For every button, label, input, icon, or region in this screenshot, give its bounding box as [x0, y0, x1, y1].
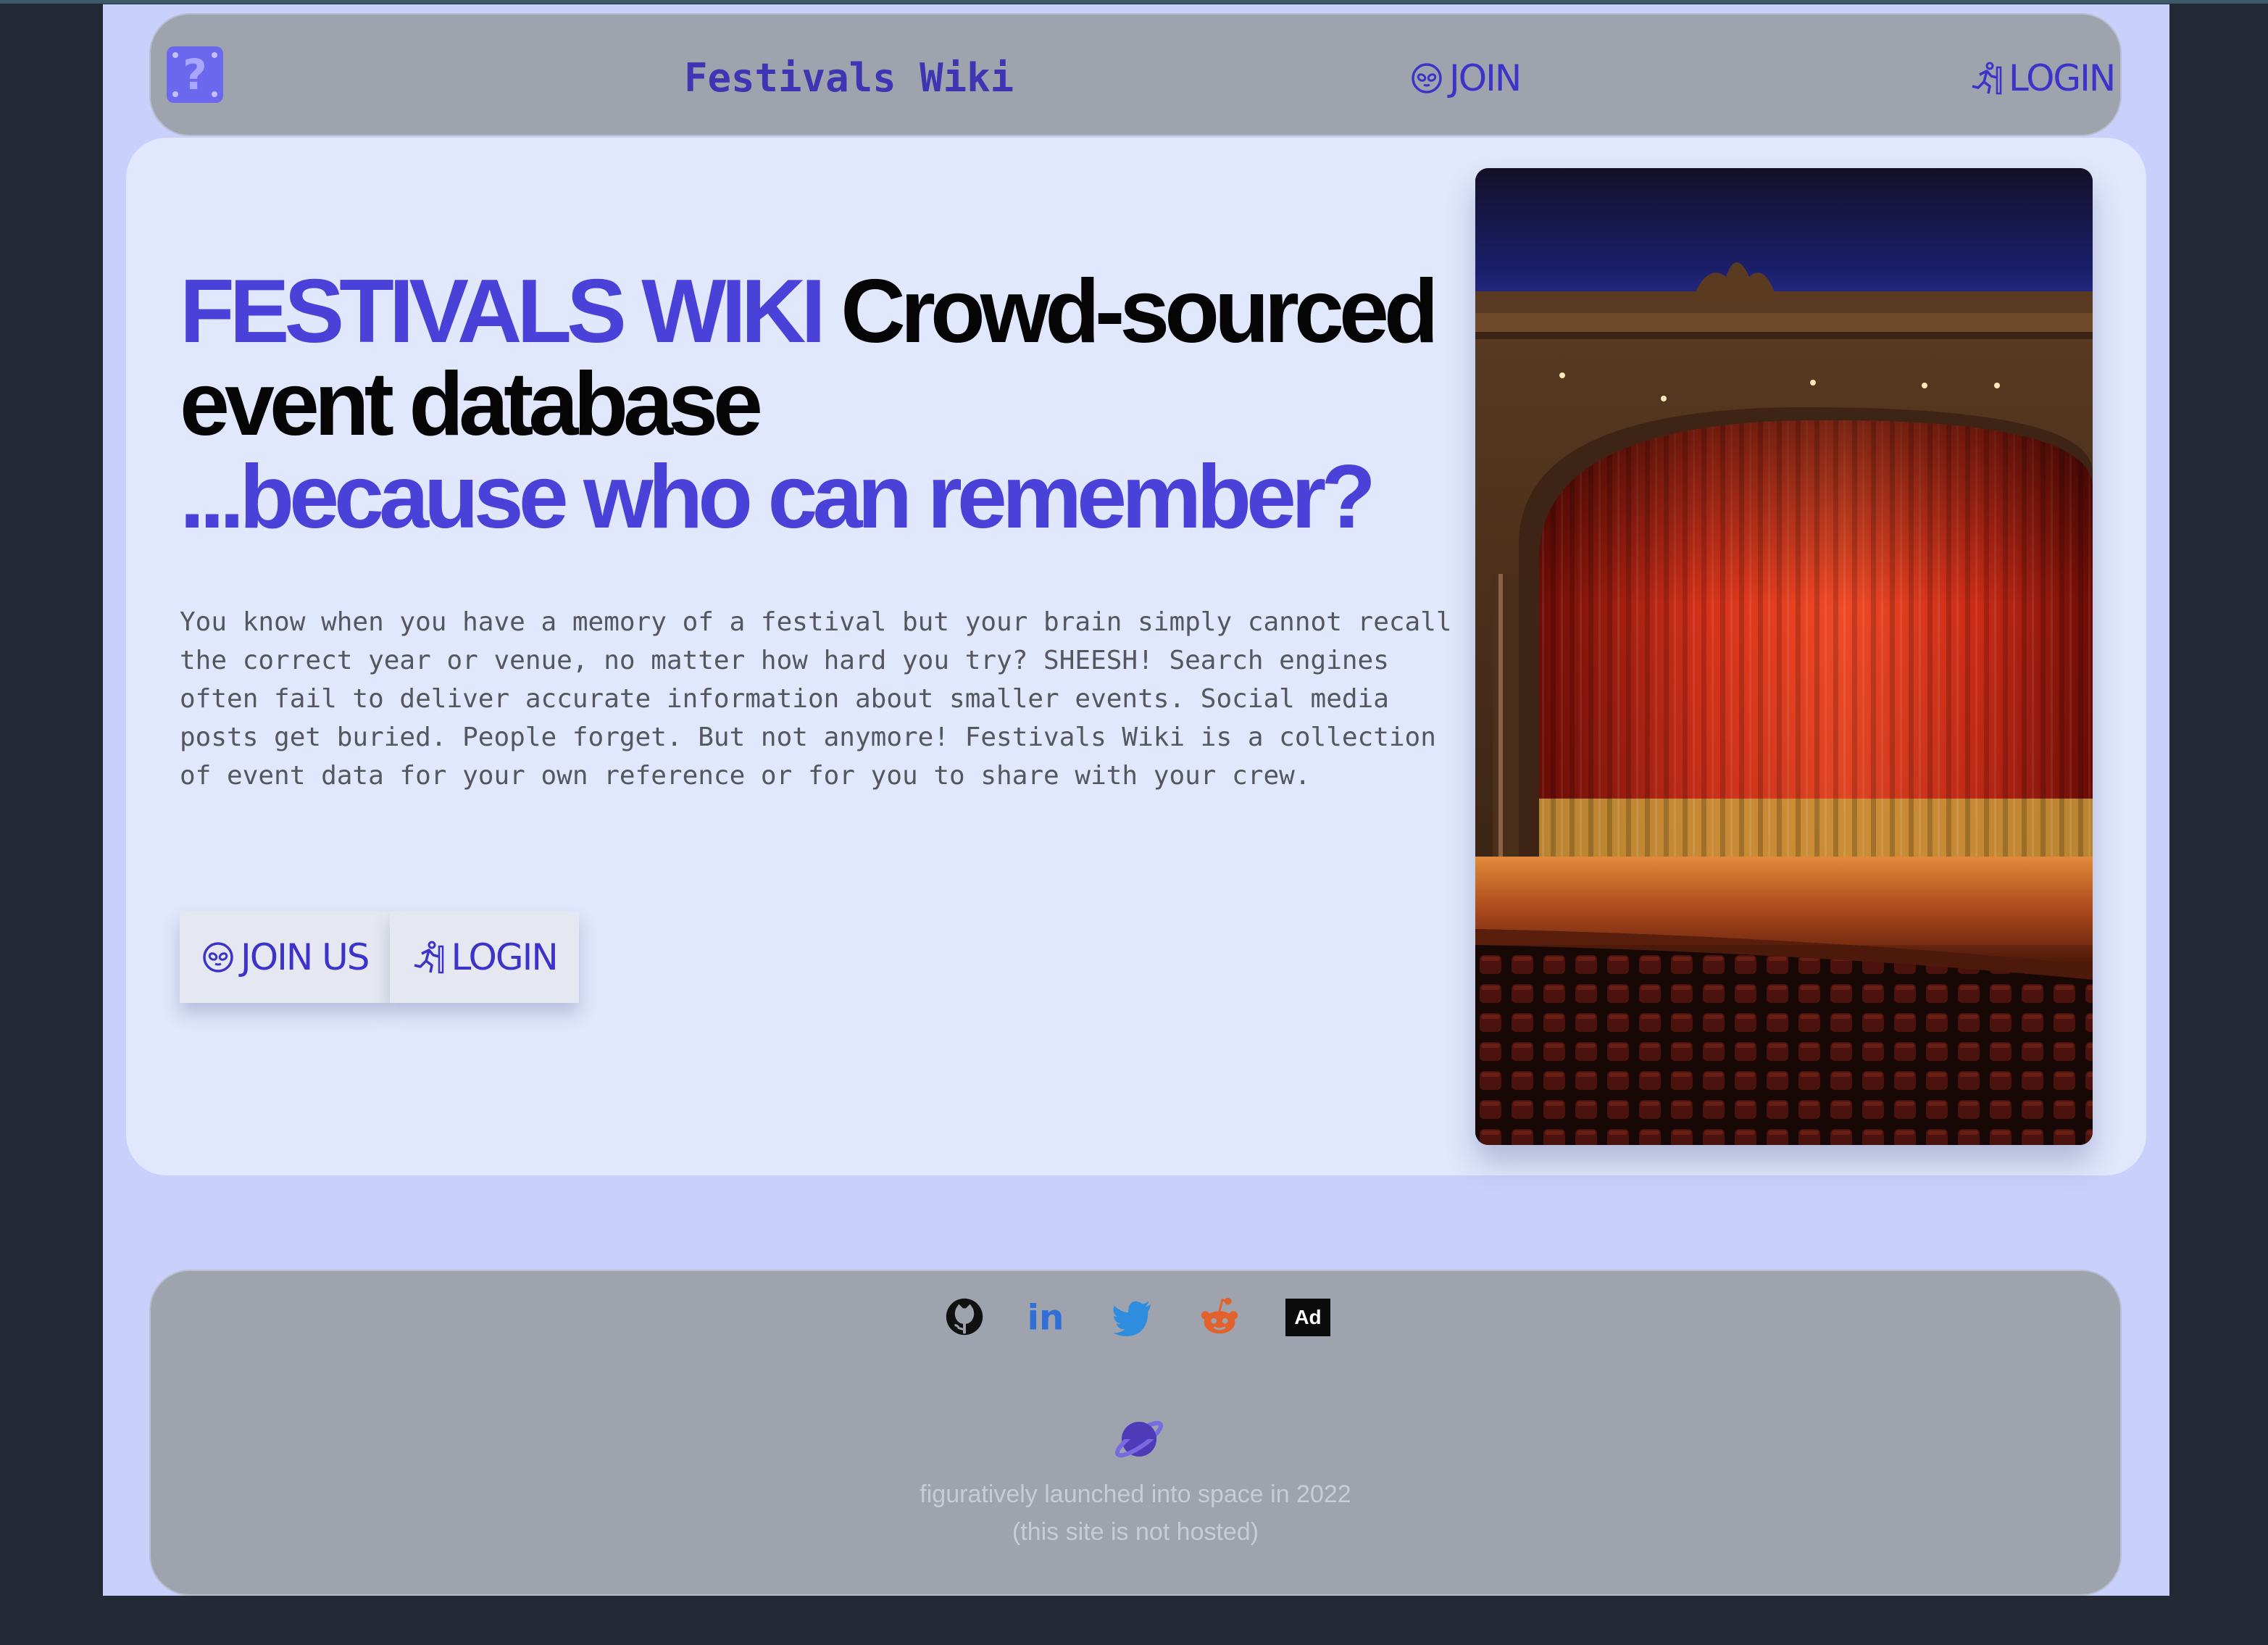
site-title[interactable]: Festivals Wiki — [684, 49, 1014, 107]
login-button[interactable]: LOGIN — [390, 912, 579, 1003]
nav-login-label: LOGIN — [2009, 57, 2116, 99]
navbar: ? Festivals Wiki JOIN LOGIN — [149, 13, 2122, 136]
nav-login-link[interactable]: LOGIN — [1969, 49, 2116, 107]
hero-section: FESTIVALS WIKI Crowd-sourced event datab… — [126, 138, 2146, 1175]
reddit-icon[interactable] — [1197, 1294, 1242, 1339]
nav-join-label: JOIN — [1449, 57, 1522, 99]
nav-join-link[interactable]: JOIN — [1410, 49, 1522, 107]
footer-hosting-note: (this site is not hosted) — [1012, 1518, 1259, 1546]
logo-icon[interactable]: ? — [167, 46, 223, 103]
alien-icon — [1412, 63, 1442, 93]
footer: in Ad figuratively launched into space i… — [149, 1270, 2122, 1596]
join-us-button[interactable]: JOIN US — [180, 912, 391, 1003]
running-person-icon — [1972, 62, 2002, 95]
hero-tagline: ...because who can remember? — [180, 447, 1376, 547]
twitter-icon[interactable] — [1110, 1294, 1155, 1339]
page-container: ? Festivals Wiki JOIN LOGIN FESTIVALS WI… — [103, 4, 2169, 1596]
login-label: LOGIN — [451, 936, 558, 978]
svg-text:in: in — [1027, 1297, 1064, 1338]
window-top-border — [0, 0, 2268, 4]
running-person-icon — [414, 941, 444, 974]
social-links: in Ad — [942, 1294, 1333, 1342]
ad-icon[interactable]: Ad — [1285, 1299, 1330, 1336]
join-us-label: JOIN US — [241, 936, 370, 978]
footer-launch-text: figuratively launched into space in 2022 — [920, 1480, 1351, 1508]
ad-icon-label: Ad — [1294, 1306, 1322, 1328]
github-icon[interactable] — [942, 1294, 987, 1339]
hero-cta-row: JOIN US LOGIN — [180, 912, 579, 1003]
hero-headline: FESTIVALS WIKI Crowd-sourced event datab… — [180, 265, 1462, 544]
hero-description: You know when you have a memory of a fes… — [180, 607, 1452, 791]
hero-brand: FESTIVALS WIKI — [180, 262, 826, 362]
theatre-stage-image — [1475, 168, 2093, 1145]
linkedin-icon[interactable]: in — [1023, 1294, 1068, 1339]
planet-icon — [1114, 1420, 1164, 1458]
alien-icon — [203, 942, 233, 973]
